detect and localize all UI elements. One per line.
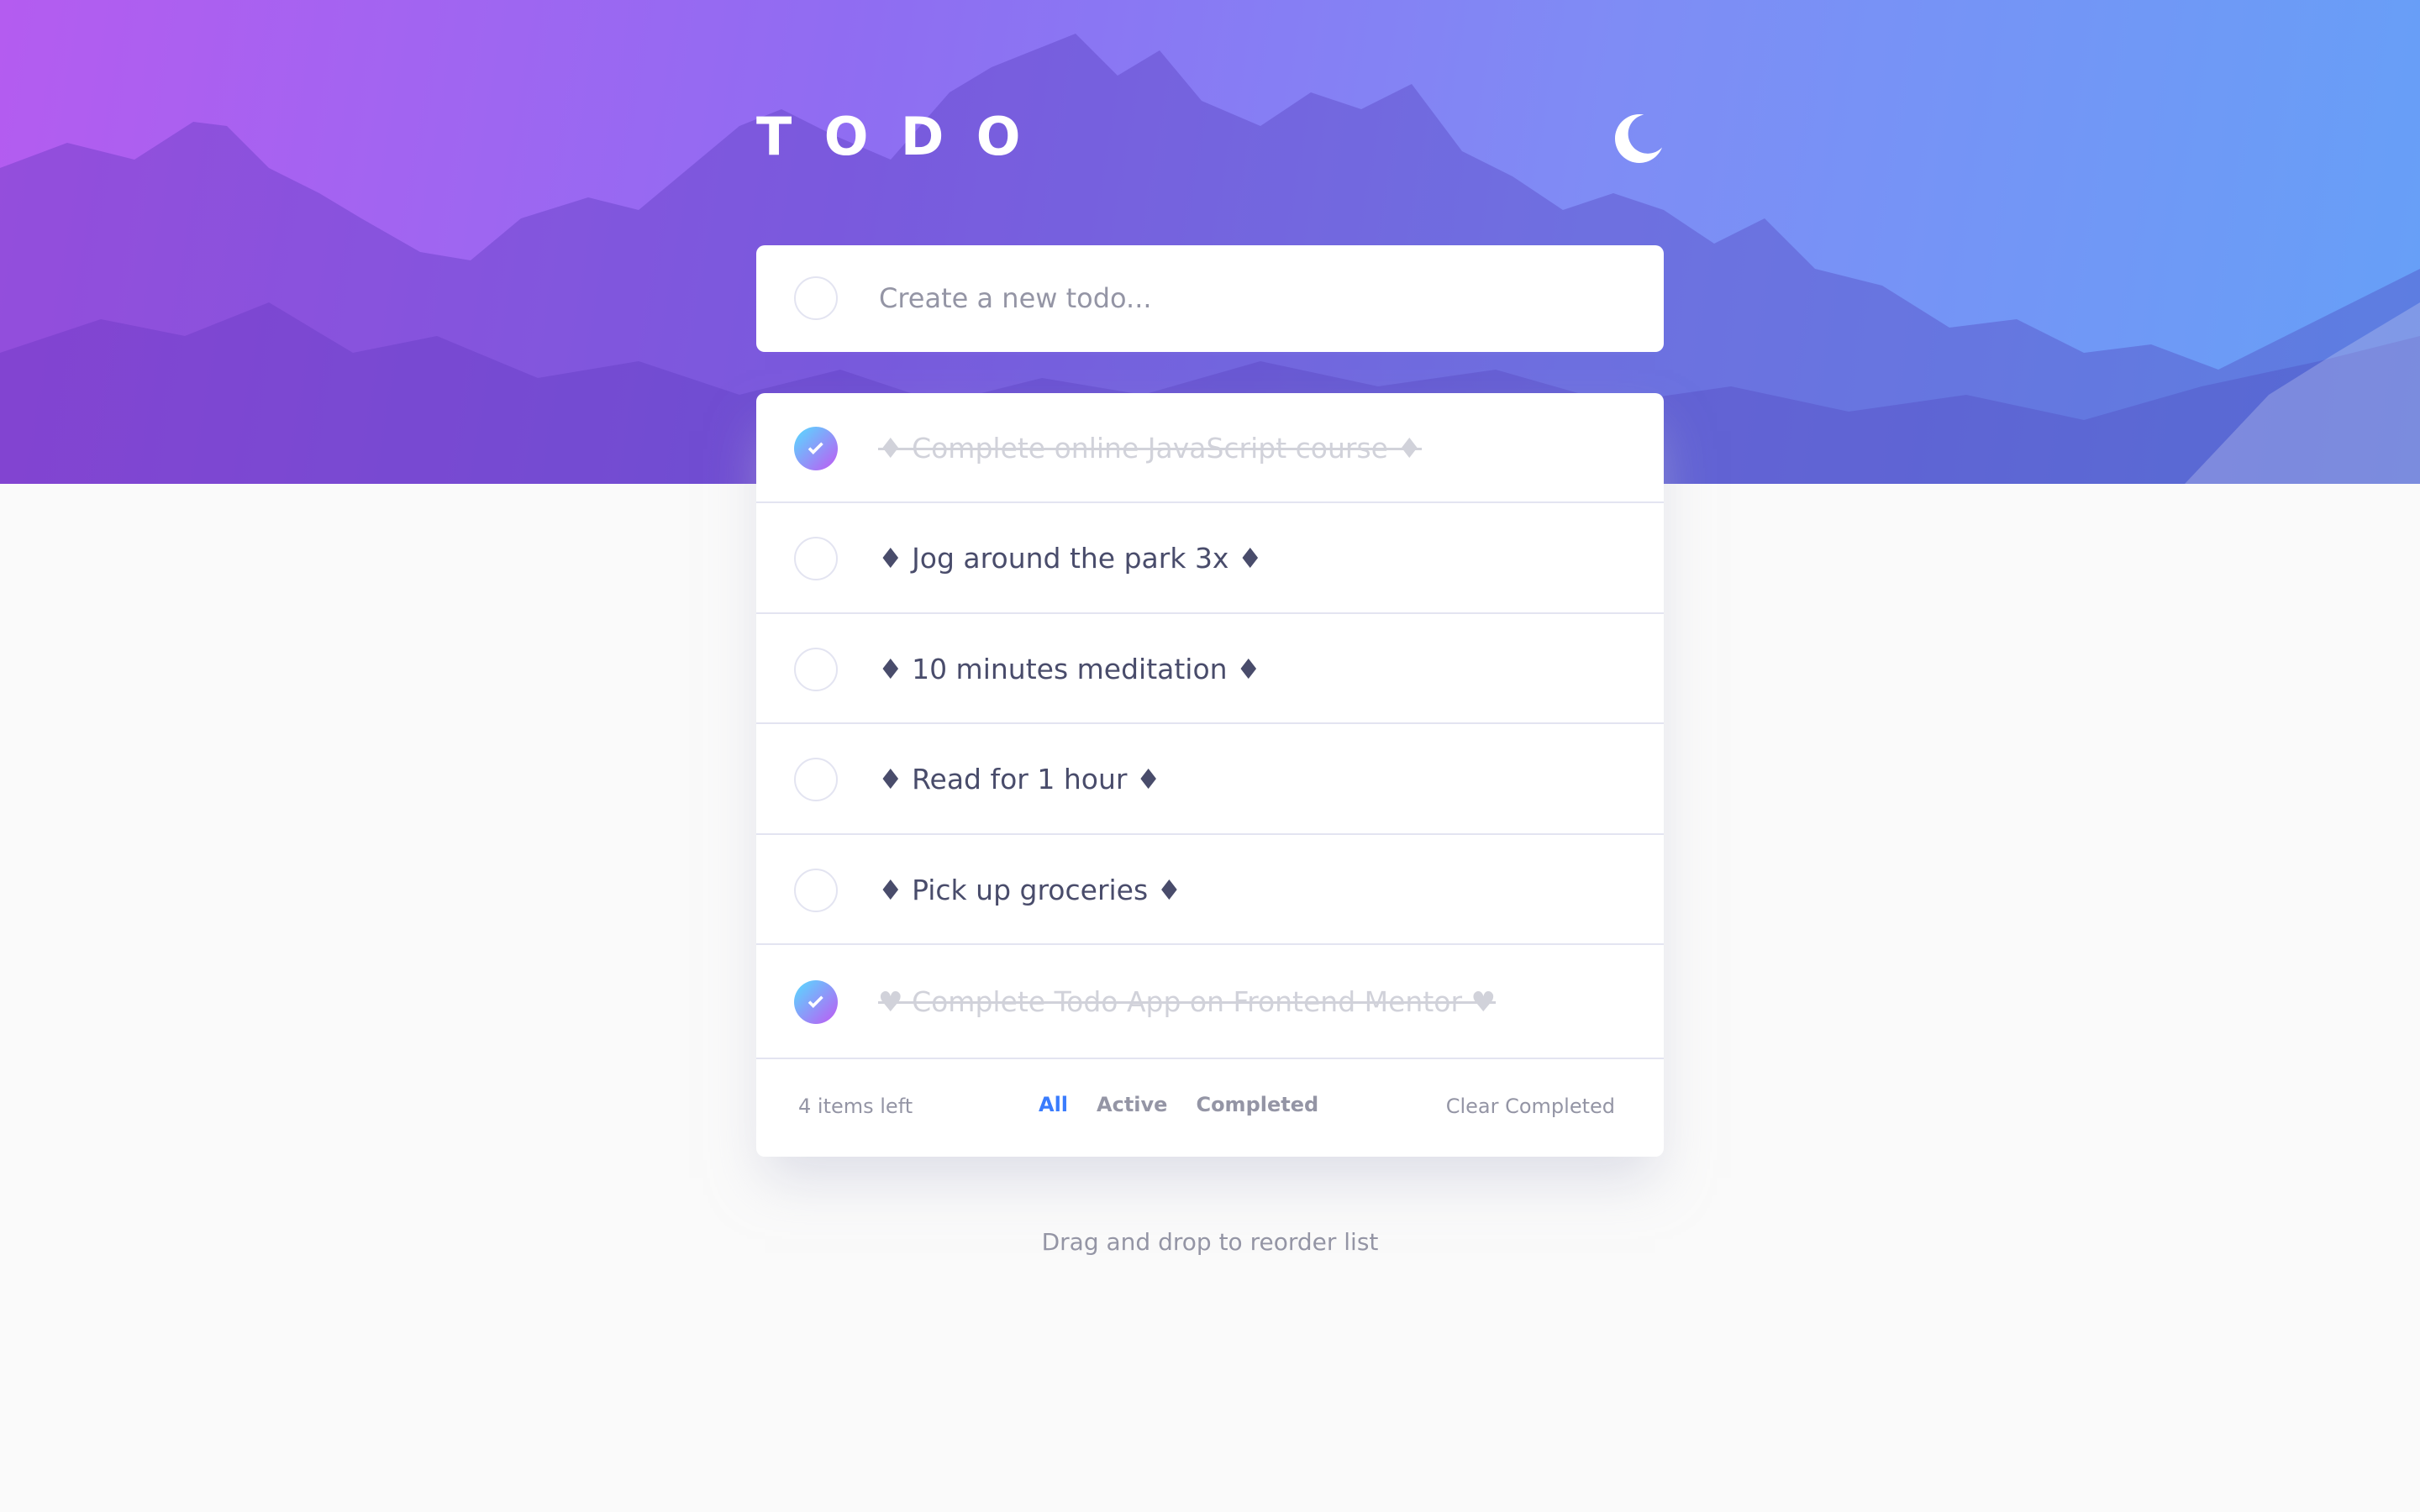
app-title: TODO <box>756 106 1053 167</box>
new-todo-input[interactable] <box>879 270 1618 326</box>
todo-text: ♦ Complete online JavaScript course ♦ <box>878 431 1423 465</box>
todo-text: ♦ Pick up groceries ♦ <box>878 873 1182 906</box>
todo-item[interactable]: ♦ Jog around the park 3x ♦ <box>756 503 1664 614</box>
items-left-count: 4 items left <box>798 1095 913 1118</box>
todo-checkbox[interactable] <box>794 868 838 912</box>
todo-text: ♥ Complete Todo App on Frontend Mentor ♥ <box>878 985 1497 1018</box>
check-icon <box>808 995 823 1008</box>
todo-text: ♦ Jog around the park 3x ♦ <box>878 542 1263 575</box>
todo-item[interactable]: ♥ Complete Todo App on Frontend Mentor ♥ <box>756 945 1664 1059</box>
new-todo-checkbox[interactable] <box>794 276 838 320</box>
new-todo-card <box>756 245 1664 352</box>
todo-list: ♦ Complete online JavaScript course ♦ ♦ J… <box>756 393 1664 1157</box>
filter-tabs: All Active Completed <box>1039 1093 1318 1116</box>
check-icon <box>808 442 823 454</box>
todo-item[interactable]: ♦ Read for 1 hour ♦ <box>756 724 1664 835</box>
todo-checkbox[interactable] <box>794 980 838 1024</box>
filter-all[interactable]: All <box>1039 1093 1068 1116</box>
todo-checkbox[interactable] <box>794 537 838 580</box>
theme-toggle-button[interactable] <box>1615 114 1664 163</box>
drag-drop-hint: Drag and drop to reorder list <box>1041 1228 1379 1256</box>
todo-text: ♦ Read for 1 hour ♦ <box>878 763 1161 795</box>
clear-completed-button[interactable]: Clear Completed <box>1446 1095 1615 1118</box>
todo-checkbox[interactable] <box>794 647 838 691</box>
todo-item[interactable]: ♦ 10 minutes meditation ♦ <box>756 614 1664 724</box>
list-footer: 4 items left All Active Completed Clear … <box>756 1059 1664 1157</box>
filter-completed[interactable]: Completed <box>1196 1093 1318 1116</box>
todo-item[interactable]: ♦ Complete online JavaScript course ♦ <box>756 393 1664 503</box>
moon-icon <box>1615 114 1663 163</box>
todo-checkbox[interactable] <box>794 758 838 801</box>
todo-text: ♦ 10 minutes meditation ♦ <box>878 652 1261 685</box>
filter-active[interactable]: Active <box>1097 1093 1167 1116</box>
todo-item[interactable]: ♦ Pick up groceries ♦ <box>756 835 1664 945</box>
todo-checkbox[interactable] <box>794 426 838 470</box>
